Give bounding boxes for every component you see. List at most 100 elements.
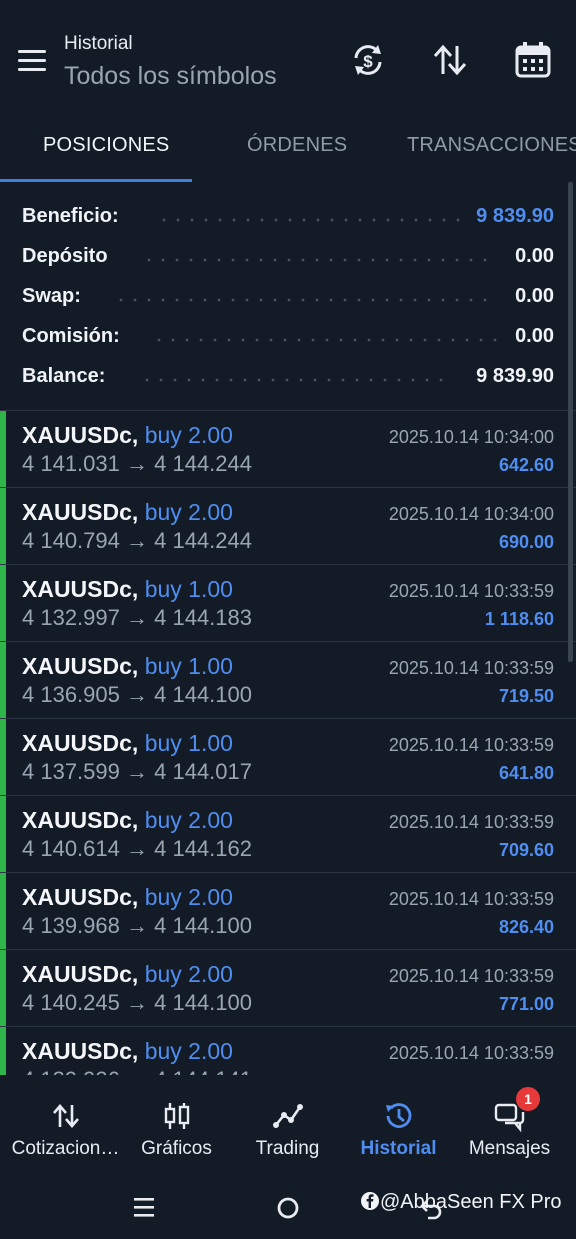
- timestamp: 2025.10.14 10:33:59: [388, 889, 554, 909]
- buy-indicator-bar: [0, 796, 6, 873]
- arrow: →: [126, 913, 148, 938]
- nav-label: Cotizacion…: [11, 1138, 120, 1159]
- position-title: XAUUSDc, buy 1.00: [22, 576, 233, 603]
- dot-leader: [140, 378, 450, 382]
- timestamp: 2025.10.14 10:34:00: [388, 427, 554, 447]
- symbol-filter[interactable]: Todos los símbolos: [64, 62, 277, 91]
- nav-history[interactable]: Historial: [341, 1085, 456, 1175]
- trend-line-icon: [272, 1104, 303, 1128]
- open-price: 4 141.031: [22, 451, 120, 476]
- position-title: XAUUSDc, buy 2.00: [22, 961, 233, 988]
- nav-label: Gráficos: [141, 1138, 212, 1159]
- active-tab-indicator: [0, 179, 192, 182]
- candlestick-icon: [164, 1103, 189, 1129]
- sort-arrows-icon[interactable]: [430, 40, 470, 80]
- tab-positions[interactable]: POSICIONES: [43, 134, 169, 157]
- open-price: 4 137.599: [22, 759, 120, 784]
- tab-transactions[interactable]: TRANSACCIONES: [407, 134, 576, 157]
- symbol: XAUUSDc,: [22, 730, 139, 756]
- position-title: XAUUSDc, buy 1.00: [22, 730, 233, 757]
- open-price: 4 136.905: [22, 682, 120, 707]
- summary-value: 0.00: [515, 325, 554, 347]
- nav-charts[interactable]: Gráficos: [119, 1085, 234, 1175]
- price-range: 4 136.905 → 4 144.100: [22, 682, 252, 708]
- arrow: →: [126, 836, 148, 861]
- profit: 826.40: [498, 917, 554, 937]
- side-volume: buy 2.00: [144, 499, 233, 525]
- recent-apps-icon[interactable]: [132, 1195, 156, 1219]
- watermark: @AbbaSeen FX Pro: [360, 1191, 562, 1214]
- nav-label: Trading: [255, 1138, 320, 1159]
- unread-badge: 1: [516, 1087, 540, 1111]
- facebook-icon: [361, 1192, 379, 1210]
- positions-list: XAUUSDc, buy 2.00 4 141.031 → 4 144.244 …: [0, 410, 576, 1075]
- summary-label: Comisión:: [22, 325, 120, 347]
- history-clock-icon: [385, 1103, 411, 1128]
- nav-messages[interactable]: 1 Mensajes: [452, 1085, 567, 1175]
- position-row[interactable]: XAUUSDc, buy 2.00 4 140.794 → 4 144.244 …: [0, 487, 576, 565]
- timestamp: 2025.10.14 10:33:59: [388, 735, 554, 755]
- dot-leader: [152, 338, 497, 342]
- timestamp: 2025.10.14 10:34:00: [388, 504, 554, 524]
- position-title: XAUUSDc, buy 2.00: [22, 884, 233, 911]
- summary-value: 9 839.90: [476, 365, 554, 387]
- menu-icon[interactable]: [18, 50, 46, 72]
- app-header: Historial Todos los símbolos $: [0, 0, 576, 112]
- summary-value: 9 839.90: [476, 205, 554, 227]
- buy-indicator-bar: [0, 950, 6, 1027]
- symbol: XAUUSDc,: [22, 499, 139, 525]
- watermark-text: @AbbaSeen FX Pro: [380, 1191, 562, 1213]
- quotes-arrows-icon: [52, 1104, 79, 1128]
- side-volume: buy 1.00: [144, 653, 233, 679]
- summary-row-profit: Beneficio: 9 839.90: [22, 205, 554, 235]
- buy-indicator-bar: [0, 565, 6, 642]
- position-title: XAUUSDc, buy 1.00: [22, 653, 233, 680]
- currency-exchange-icon[interactable]: $: [348, 40, 388, 80]
- nav-trading[interactable]: Trading: [230, 1085, 345, 1175]
- scrollbar[interactable]: [568, 182, 573, 662]
- buy-indicator-bar: [0, 719, 6, 796]
- profit: 642.60: [498, 455, 554, 475]
- profit: 690.00: [498, 532, 554, 552]
- summary-label: Balance:: [22, 365, 106, 387]
- position-row[interactable]: XAUUSDc, buy 1.00 4 136.905 → 4 144.100 …: [0, 641, 576, 719]
- summary-row-commission: Comisión: 0.00: [22, 325, 554, 355]
- open-price: 4 139.926: [22, 1067, 120, 1075]
- price-range: 4 140.614 → 4 144.162: [22, 836, 252, 862]
- side-volume: buy 1.00: [144, 576, 233, 602]
- price-range: 4 140.245 → 4 144.100: [22, 990, 252, 1016]
- side-volume: buy 2.00: [144, 422, 233, 448]
- nav-quotes[interactable]: Cotizacion…: [8, 1085, 123, 1175]
- position-row[interactable]: XAUUSDc, buy 2.00 4 141.031 → 4 144.244 …: [0, 410, 576, 488]
- position-row[interactable]: XAUUSDc, buy 1.00 4 137.599 → 4 144.017 …: [0, 718, 576, 796]
- price-range: 4 139.968 → 4 144.100: [22, 913, 252, 939]
- close-price: 4 144.183: [154, 605, 252, 630]
- timestamp: 2025.10.14 10:33:59: [388, 581, 554, 601]
- summary-row-swap: Swap: 0.00: [22, 285, 554, 315]
- side-volume: buy 2.00: [144, 1038, 233, 1064]
- position-row[interactable]: XAUUSDc, buy 2.00 4 139.926 → 4 144.141 …: [0, 1026, 576, 1075]
- home-icon[interactable]: [275, 1195, 301, 1221]
- dot-leader: [157, 218, 462, 222]
- price-range: 4 132.997 → 4 144.183: [22, 605, 252, 631]
- buy-indicator-bar: [0, 642, 6, 719]
- open-price: 4 140.794: [22, 528, 120, 553]
- symbol: XAUUSDc,: [22, 961, 139, 987]
- close-price: 4 144.100: [154, 913, 252, 938]
- dot-leader: [142, 258, 497, 262]
- price-range: 4 139.926 → 4 144.141: [22, 1067, 252, 1075]
- position-row[interactable]: XAUUSDc, buy 2.00 4 140.245 → 4 144.100 …: [0, 949, 576, 1027]
- calendar-icon[interactable]: [513, 40, 553, 80]
- position-row[interactable]: XAUUSDc, buy 2.00 4 140.614 → 4 144.162 …: [0, 795, 576, 873]
- timestamp: 2025.10.14 10:33:59: [388, 1043, 554, 1063]
- position-row[interactable]: XAUUSDc, buy 1.00 4 132.997 → 4 144.183 …: [0, 564, 576, 642]
- close-price: 4 144.100: [154, 682, 252, 707]
- symbol: XAUUSDc,: [22, 884, 139, 910]
- arrow: →: [126, 528, 148, 553]
- tab-orders[interactable]: ÓRDENES: [247, 134, 347, 157]
- price-range: 4 140.794 → 4 144.244: [22, 528, 252, 554]
- position-title: XAUUSDc, buy 2.00: [22, 1038, 233, 1065]
- profit: 719.50: [498, 686, 554, 706]
- position-row[interactable]: XAUUSDc, buy 2.00 4 139.968 → 4 144.100 …: [0, 872, 576, 950]
- buy-indicator-bar: [0, 488, 6, 565]
